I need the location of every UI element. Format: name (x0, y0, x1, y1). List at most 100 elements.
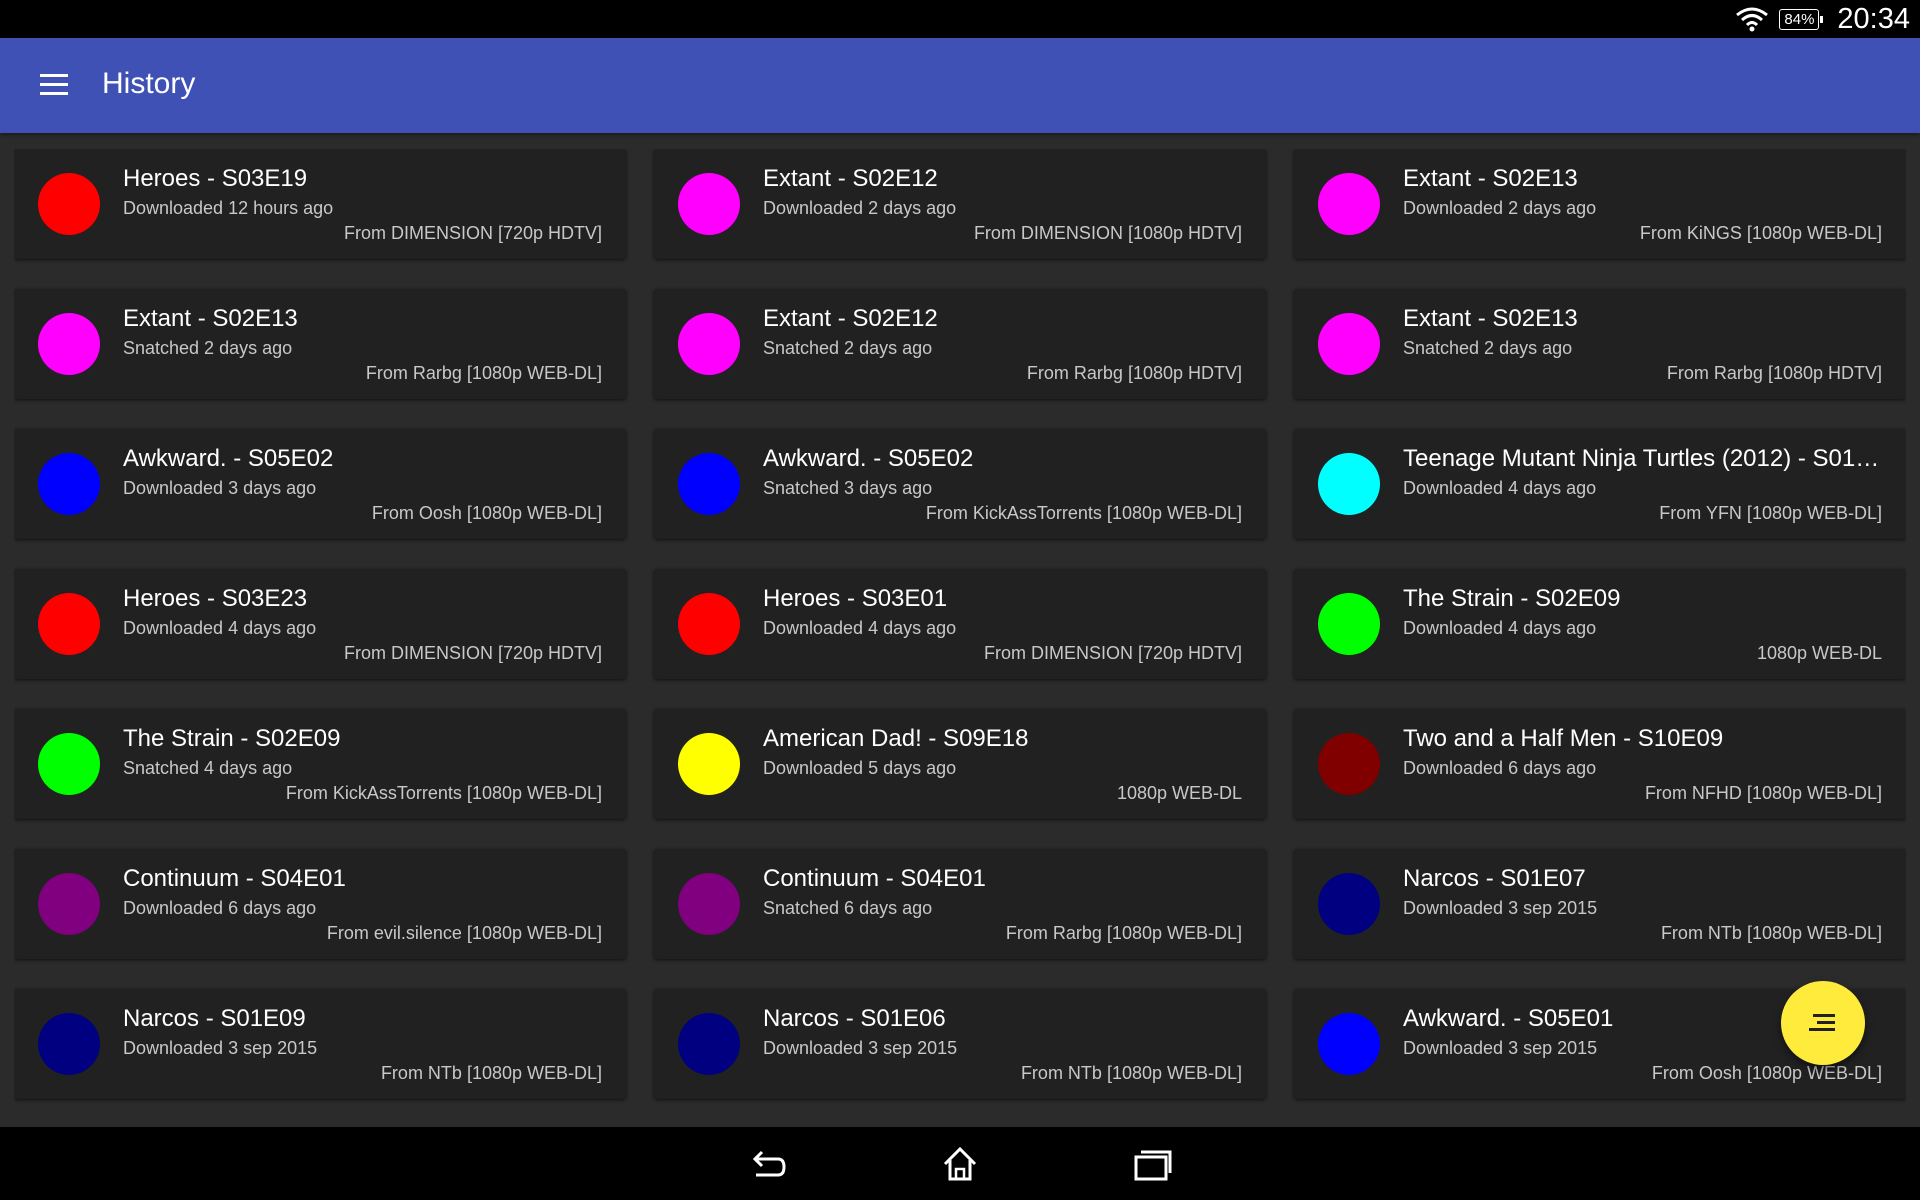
show-color-indicator (1318, 453, 1380, 515)
episode-status: Downloaded 3 sep 2015 (1403, 1038, 1598, 1058)
show-color-indicator (678, 593, 740, 655)
history-card[interactable]: Narcos - S01E09 Downloaded 3 sep 2015 From… (14, 989, 626, 1099)
episode-title: Narcos - S01E07 (1403, 865, 1586, 892)
episode-title: Extant - S02E12 (763, 305, 938, 332)
sort-fab-button[interactable] (1781, 981, 1865, 1065)
history-card[interactable]: Narcos - S01E06 Downloaded 3 sep 2015 From… (654, 989, 1266, 1099)
episode-title: Extant - S02E13 (1403, 305, 1578, 332)
episode-status: Downloaded 4 days ago (1403, 478, 1597, 498)
episode-status: Downloaded 6 days ago (123, 898, 317, 918)
episode-source: From evil.silence [1080p WEB-DL] (326, 923, 602, 943)
episode-source: 1080p WEB-DL (1116, 783, 1242, 803)
episode-title: Continuum - S04E01 (763, 865, 986, 892)
history-card[interactable]: Awkward. - S05E02 Downloaded 3 days ago Fr… (14, 429, 626, 539)
episode-source: From Oosh [1080p WEB-DL] (1651, 1063, 1882, 1083)
sort-icon (1809, 1012, 1837, 1034)
page-title: History (102, 67, 196, 100)
episode-title: Teenage Mutant Ninja Turtles (2012) - S0… (1403, 445, 1884, 472)
episode-title: Extant - S02E12 (763, 165, 938, 192)
episode-source: From YFN [1080p WEB-DL] (1659, 503, 1882, 523)
episode-source: From NTb [1080p WEB-DL] (1660, 923, 1882, 943)
episode-title: The Strain - S02E09 (1403, 585, 1621, 612)
episode-status: Downloaded 3 sep 2015 (1403, 898, 1598, 918)
back-button[interactable] (738, 1141, 798, 1187)
episode-source: From DIMENSION [720p HDTV] (343, 643, 602, 663)
history-card[interactable]: Extant - S02E12 Downloaded 2 days ago From… (654, 149, 1266, 259)
show-color-indicator (1318, 173, 1380, 235)
episode-source: From KiNGS [1080p WEB-DL] (1639, 223, 1882, 243)
episode-title: Awkward. - S05E02 (123, 445, 334, 472)
episode-title: Awkward. - S05E02 (763, 445, 974, 472)
episode-status: Downloaded 5 days ago (763, 758, 957, 778)
episode-source: From Rarbg [1080p WEB-DL] (365, 363, 602, 383)
recents-button[interactable] (1122, 1141, 1182, 1187)
history-card[interactable]: Continuum - S04E01 Downloaded 6 days ago F… (14, 849, 626, 959)
episode-status: Downloaded 3 sep 2015 (123, 1038, 318, 1058)
show-color-indicator (38, 593, 100, 655)
app-bar: History (0, 38, 1920, 133)
episode-status: Downloaded 4 days ago (123, 618, 317, 638)
episode-title: Heroes - S03E23 (123, 585, 308, 612)
episode-status: Downloaded 12 hours ago (123, 198, 334, 218)
history-card[interactable]: Extant - S02E12 Snatched 2 days ago From R… (654, 289, 1266, 399)
episode-source: 1080p WEB-DL (1756, 643, 1882, 663)
history-card[interactable]: Extant - S02E13 Downloaded 2 days ago From… (1294, 149, 1906, 259)
history-card[interactable]: Heroes - S03E23 Downloaded 4 days ago From… (14, 569, 626, 679)
home-icon (943, 1146, 977, 1181)
battery-indicator: 84% (1779, 8, 1824, 30)
show-color-indicator (38, 173, 100, 235)
episode-title: Two and a Half Men - S10E09 (1403, 725, 1724, 752)
history-card[interactable]: The Strain - S02E09 Downloaded 4 days ago… (1294, 569, 1906, 679)
episode-title: Extant - S02E13 (123, 305, 298, 332)
history-card[interactable]: Extant - S02E13 Snatched 2 days ago From R… (14, 289, 626, 399)
episode-source: From DIMENSION [1080p HDTV] (973, 223, 1242, 243)
history-card[interactable]: American Dad! - S09E18 Downloaded 5 days … (654, 709, 1266, 819)
history-card[interactable]: Heroes - S03E01 Downloaded 4 days ago From… (654, 569, 1266, 679)
show-color-indicator (38, 453, 100, 515)
episode-title: Heroes - S03E01 (763, 585, 948, 612)
menu-icon[interactable] (40, 74, 68, 96)
history-card[interactable]: Heroes - S03E19 Downloaded 12 hours ago Fr… (14, 149, 626, 259)
history-card[interactable]: Continuum - S04E01 Snatched 6 days ago Fro… (654, 849, 1266, 959)
episode-source: From KickAssTorrents [1080p WEB-DL] (285, 783, 602, 803)
episode-status: Downloaded 3 days ago (123, 478, 317, 498)
episode-status: Downloaded 2 days ago (1403, 198, 1597, 218)
episode-source: From Rarbg [1080p HDTV] (1666, 363, 1882, 383)
episode-title: The Strain - S02E09 (123, 725, 341, 752)
show-color-indicator (678, 453, 740, 515)
show-color-indicator (1318, 313, 1380, 375)
episode-status: Snatched 6 days ago (763, 898, 933, 918)
show-color-indicator (678, 313, 740, 375)
recents-icon (1134, 1150, 1172, 1181)
show-color-indicator (1318, 593, 1380, 655)
show-color-indicator (678, 173, 740, 235)
history-card[interactable]: Two and a Half Men - S10E09 Downloaded 6 … (1294, 709, 1906, 819)
episode-status: Downloaded 4 days ago (1403, 618, 1597, 638)
back-icon (752, 1150, 786, 1177)
episode-source: From NTb [1080p WEB-DL] (380, 1063, 602, 1083)
show-color-indicator (1318, 733, 1380, 795)
show-color-indicator (38, 873, 100, 935)
episode-title: Extant - S02E13 (1403, 165, 1578, 192)
show-color-indicator (1318, 873, 1380, 935)
show-color-indicator (38, 1013, 100, 1075)
episode-status: Snatched 2 days ago (123, 338, 293, 358)
show-color-indicator (678, 873, 740, 935)
history-card[interactable]: Extant - S02E13 Snatched 2 days ago From R… (1294, 289, 1906, 399)
home-button[interactable] (930, 1141, 990, 1187)
show-color-indicator (678, 733, 740, 795)
episode-source: From NFHD [1080p WEB-DL] (1644, 783, 1882, 803)
episode-source: From DIMENSION [720p HDTV] (983, 643, 1242, 663)
episode-title: Narcos - S01E09 (123, 1005, 306, 1032)
history-grid: Heroes - S03E19 Downloaded 12 hours ago Fr… (14, 149, 1906, 1119)
episode-status: Downloaded 4 days ago (763, 618, 957, 638)
history-card[interactable]: The Strain - S02E09 Snatched 4 days ago Fr… (14, 709, 626, 819)
history-card[interactable]: Narcos - S01E07 Downloaded 3 sep 2015 From… (1294, 849, 1906, 959)
episode-source: From NTb [1080p WEB-DL] (1020, 1063, 1242, 1083)
episode-title: American Dad! - S09E18 (763, 725, 1029, 752)
episode-source: From Rarbg [1080p WEB-DL] (1005, 923, 1242, 943)
clock: 20:34 (1837, 2, 1910, 35)
history-card[interactable]: Awkward. - S05E02 Snatched 3 days ago From… (654, 429, 1266, 539)
history-card[interactable]: Teenage Mutant Ninja Turtles (2012) - S0… (1294, 429, 1906, 539)
episode-status: Downloaded 3 sep 2015 (763, 1038, 958, 1058)
